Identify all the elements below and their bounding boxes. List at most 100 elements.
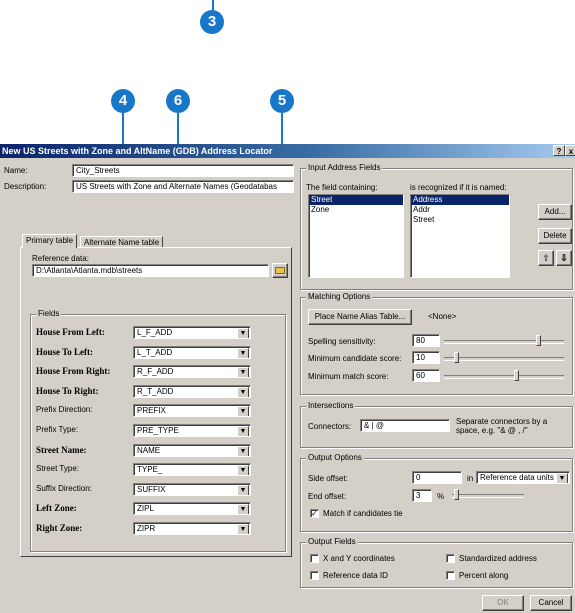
field-label: Suffix Direction: <box>36 483 92 493</box>
name-label: Name: <box>4 166 28 175</box>
field-label: House From Left: <box>36 327 105 337</box>
min-match-score-slider[interactable] <box>444 370 564 382</box>
side-offset-field[interactable]: 0 <box>412 471 462 484</box>
list-item[interactable]: Zone <box>309 205 403 215</box>
add-button[interactable]: Add... <box>538 204 572 220</box>
input-address-fields-title: Input Address Fields <box>306 163 383 172</box>
xy-coordinates-checkbox[interactable] <box>310 554 319 563</box>
field-label: Prefix Direction: <box>36 405 93 415</box>
callout-4: 4 <box>111 89 135 113</box>
field-select[interactable]: TYPE_ ▼ <box>133 463 251 477</box>
field-select-value: TYPE_ <box>137 465 163 475</box>
field-select[interactable]: SUFFIX ▼ <box>133 482 251 496</box>
field-select-value: R_F_ADD <box>137 367 174 377</box>
help-button[interactable]: ? <box>553 145 565 156</box>
field-select[interactable]: L_T_ADD ▼ <box>133 345 251 359</box>
chevron-down-icon[interactable]: ▼ <box>237 386 249 397</box>
field-select-value: L_T_ADD <box>137 347 173 357</box>
min-candidate-score-slider[interactable] <box>444 352 564 364</box>
list-item[interactable]: Addr <box>411 205 509 215</box>
slider-thumb[interactable] <box>454 352 459 363</box>
min-candidate-score-field[interactable]: 10 <box>412 351 440 364</box>
connectors-label: Connectors: <box>308 422 352 431</box>
field-select[interactable]: L_F_ADD ▼ <box>133 326 251 339</box>
field-label: House To Left: <box>36 346 94 357</box>
field-label: House From Right: <box>36 366 111 377</box>
offset-units-select[interactable]: Reference data units ▼ <box>476 471 570 484</box>
list-item[interactable]: Street <box>411 215 509 225</box>
list-item[interactable]: Street <box>309 195 403 205</box>
chevron-down-icon[interactable]: ▼ <box>237 426 249 436</box>
field-select[interactable]: PRE_TYPE ▼ <box>133 424 251 437</box>
spelling-sensitivity-slider[interactable] <box>444 335 564 347</box>
field-select-value: PRE_TYPE <box>137 426 179 435</box>
min-candidate-score-label: Minimum candidate score: <box>308 354 402 363</box>
field-select-value: ZIPR <box>137 524 156 533</box>
connectors-field[interactable]: & | @ <box>360 419 450 432</box>
alias-table-value: <None> <box>428 312 457 321</box>
spelling-sensitivity-field[interactable]: 80 <box>412 334 440 347</box>
move-down-button[interactable]: ⇩ <box>556 250 572 266</box>
recognized-names-list[interactable]: Address Addr Street <box>410 194 510 278</box>
chevron-down-icon[interactable]: ▼ <box>237 445 249 456</box>
chevron-down-icon[interactable]: ▼ <box>237 328 249 338</box>
end-offset-slider[interactable] <box>452 489 524 501</box>
standardized-address-label: Standardized address <box>459 554 537 563</box>
address-locator-dialog: New US Streets with Zone and AltName (GD… <box>0 144 575 613</box>
side-offset-label: Side offset: <box>308 474 348 483</box>
min-match-score-label: Minimum match score: <box>308 372 389 381</box>
chevron-down-icon[interactable]: ▼ <box>237 406 249 417</box>
percent-label: % <box>437 492 445 501</box>
reference-data-field[interactable]: D:\Atlanta\Atlanta.mdb\streets <box>32 264 269 277</box>
field-label: Prefix Type: <box>36 425 79 434</box>
name-field[interactable]: City_Streets <box>72 164 294 177</box>
spelling-sensitivity-label: Spelling sensitivity: <box>308 337 376 346</box>
field-containing-list[interactable]: Street Zone <box>308 194 404 278</box>
slider-thumb[interactable] <box>536 335 541 346</box>
chevron-down-icon[interactable]: ▼ <box>237 465 249 476</box>
fields-group-title: Fields <box>36 309 62 318</box>
cancel-button[interactable]: Cancel <box>530 595 572 611</box>
chevron-down-icon[interactable]: ▼ <box>237 347 249 358</box>
open-folder-icon <box>275 267 285 274</box>
match-if-tie-label: Match if candidates tie <box>323 509 403 518</box>
close-button[interactable]: x <box>565 145 575 156</box>
field-select[interactable]: PREFIX ▼ <box>133 404 251 418</box>
callout-6: 6 <box>166 89 190 113</box>
end-offset-field[interactable]: 3 <box>412 489 432 502</box>
place-name-alias-table-button[interactable]: Place Name Alias Table... <box>308 309 412 325</box>
arrow-up-icon: ⇧ <box>542 253 550 263</box>
min-match-score-field[interactable]: 60 <box>412 369 440 382</box>
chevron-down-icon[interactable]: ▼ <box>237 484 249 495</box>
callout-5: 5 <box>270 89 294 113</box>
field-select-value: NAME <box>137 445 161 455</box>
browse-folder-button[interactable] <box>272 263 288 278</box>
ok-button[interactable]: OK <box>482 595 524 611</box>
field-select[interactable]: R_F_ADD ▼ <box>133 365 251 379</box>
tab-primary-table[interactable]: Primary table <box>22 234 78 248</box>
field-select[interactable]: ZIPR ▼ <box>133 522 251 535</box>
match-if-tie-checkbox[interactable]: ✓ <box>310 509 319 518</box>
field-select[interactable]: NAME ▼ <box>133 443 251 457</box>
chevron-down-icon[interactable]: ▼ <box>237 504 249 515</box>
move-up-button[interactable]: ⇧ <box>538 250 554 266</box>
field-select[interactable]: ZIPL ▼ <box>133 502 251 516</box>
slider-thumb[interactable] <box>514 370 519 381</box>
connectors-note: Separate connectors by a space, e.g. "& … <box>456 417 548 435</box>
chevron-down-icon[interactable]: ▼ <box>556 473 568 483</box>
delete-button[interactable]: Delete <box>538 228 572 244</box>
offset-units-value: Reference data units <box>480 473 554 482</box>
standardized-address-checkbox[interactable] <box>446 554 455 563</box>
chevron-down-icon[interactable]: ▼ <box>237 367 249 378</box>
slider-thumb[interactable] <box>454 489 459 500</box>
chevron-down-icon[interactable]: ▼ <box>237 524 249 534</box>
reference-data-id-checkbox[interactable] <box>310 571 319 580</box>
output-fields-title: Output Fields <box>306 537 358 546</box>
percent-along-checkbox[interactable] <box>446 571 455 580</box>
matching-options-title: Matching Options <box>306 292 373 301</box>
field-select[interactable]: R_T_ADD ▼ <box>133 384 251 398</box>
list-item[interactable]: Address <box>411 195 509 205</box>
reference-data-label: Reference data: <box>32 254 89 263</box>
output-options-title: Output Options <box>306 453 364 462</box>
description-field[interactable]: US Streets with Zone and Alternate Names… <box>72 180 294 193</box>
